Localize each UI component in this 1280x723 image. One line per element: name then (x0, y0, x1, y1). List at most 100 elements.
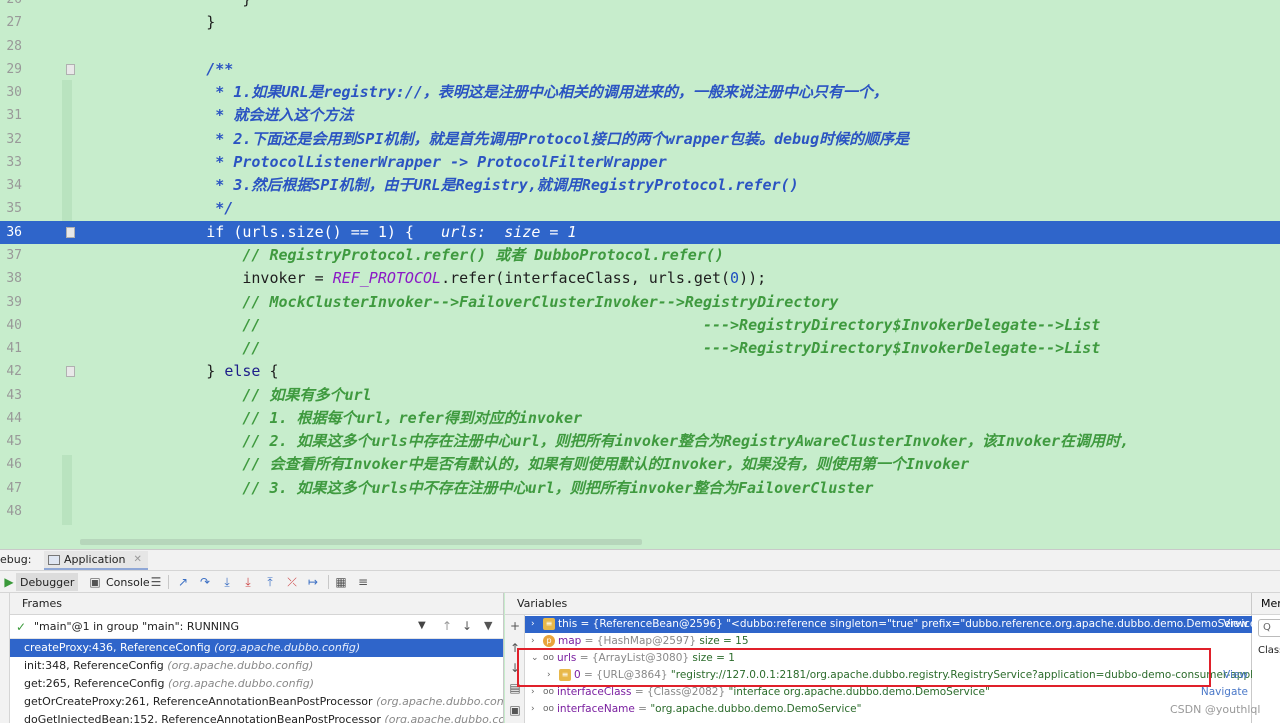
variable-name: interfaceClass (557, 686, 632, 698)
code-token: // 2. 如果这多个urls中存在注册中心url，则把所有invoker整合为… (134, 432, 1130, 450)
code-line[interactable]: 41 // --->RegistryDirectory$InvokerDeleg… (0, 337, 1280, 360)
code-line[interactable]: 44 // 1. 根据每个url，refer得到对应的invoker (0, 407, 1280, 430)
code-line[interactable]: 43 // 如果有多个url (0, 384, 1280, 407)
line-number[interactable]: 41 (0, 337, 22, 360)
code-line[interactable]: 38 invoker = REF_PROTOCOL.refer(interfac… (0, 267, 1280, 290)
frame-row[interactable]: get:265, ReferenceConfig (org.apache.dub… (10, 675, 503, 693)
fold-marker-icon[interactable] (66, 366, 75, 377)
code-line[interactable]: 35 */ (0, 197, 1280, 220)
debug-tool-window-title: ebug: Application ✕ (0, 549, 1280, 570)
code-line[interactable]: 45 // 2. 如果这多个urls中存在注册中心url，则把所有invoker… (0, 430, 1280, 453)
fold-marker-icon[interactable] (66, 227, 75, 238)
code-line[interactable]: 29 /** (0, 58, 1280, 81)
tab-console[interactable]: ▣ Console (84, 573, 154, 591)
chevron-right-icon[interactable]: › (531, 616, 535, 633)
force-step-into-icon[interactable]: ⤓ (241, 575, 255, 589)
line-number[interactable]: 34 (0, 174, 22, 197)
variable-link[interactable]: View (1223, 667, 1248, 684)
line-number[interactable]: 39 (0, 291, 22, 314)
thread-selector[interactable]: ✓ "main"@1 in group "main": RUNNING ▼ ↑ … (10, 615, 503, 639)
arrow-down-icon[interactable]: ↓ (462, 619, 472, 633)
code-line[interactable]: 34 * 3.然后根据SPI机制，由于URL是Registry,就调用Regis… (0, 174, 1280, 197)
layout-menu-icon[interactable]: ☰ (149, 575, 163, 589)
code-line[interactable]: 46 // 会查看所有Invoker中是否有默认的，如果有则使用默认的Invok… (0, 453, 1280, 476)
line-number[interactable]: 27 (0, 11, 22, 34)
line-number[interactable]: 30 (0, 81, 22, 104)
code-text: // RegistryProtocol.refer() 或者 DubboProt… (134, 244, 724, 267)
line-number[interactable]: 28 (0, 35, 22, 58)
frame-row[interactable]: createProxy:436, ReferenceConfig (org.ap… (10, 639, 503, 657)
code-token: else (224, 362, 261, 380)
line-number[interactable]: 38 (0, 267, 22, 290)
code-line[interactable]: 26 } (0, 0, 1280, 11)
line-number[interactable]: 33 (0, 151, 22, 174)
tab-application[interactable]: Application ✕ (44, 551, 148, 570)
frame-method: doGetInjectedBean:152, ReferenceAnnotati… (24, 713, 385, 723)
code-line[interactable]: 28 (0, 35, 1280, 58)
frame-package: (org.apache.dubbo.config) (167, 659, 314, 672)
frame-row[interactable]: getOrCreateProxy:261, ReferenceAnnotatio… (10, 693, 503, 711)
code-line[interactable]: 27 } (0, 11, 1280, 34)
horizontal-scrollbar[interactable] (80, 539, 642, 545)
current-execution-line[interactable]: 36 if (urls.size() == 1) { urls: size = … (0, 221, 1280, 244)
variable-row[interactable]: › oo interfaceName = "org.apache.dubbo.dem… (525, 701, 1252, 718)
step-over-icon[interactable]: ↷ (198, 575, 212, 589)
add-watch-icon[interactable]: + (508, 619, 522, 633)
step-out-icon[interactable]: ⤒ (263, 575, 277, 589)
settings-icon[interactable]: ▣ (508, 703, 522, 717)
line-number[interactable]: 42 (0, 360, 22, 383)
line-number[interactable]: 48 (0, 500, 22, 523)
code-text: // --->RegistryDirectory$InvokerDelegate… (134, 337, 1100, 360)
frame-row[interactable]: doGetInjectedBean:152, ReferenceAnnotati… (10, 711, 503, 723)
drop-frame-icon[interactable]: ⤫ (285, 575, 299, 589)
line-number[interactable]: 40 (0, 314, 22, 337)
toolbar-separator (168, 575, 169, 589)
show-execution-point-icon[interactable]: ↗ (176, 575, 190, 589)
code-token: invoker = (134, 269, 333, 287)
line-number[interactable]: 32 (0, 128, 22, 151)
line-number[interactable]: 26 (0, 0, 22, 11)
code-line[interactable]: 40 // --->RegistryDirectory$InvokerDeleg… (0, 314, 1280, 337)
code-line[interactable]: 37 // RegistryProtocol.refer() 或者 DubboP… (0, 244, 1280, 267)
frame-method: init:348, ReferenceConfig (24, 659, 168, 672)
code-line[interactable]: 39 // MockClusterInvoker-->FailoverClust… (0, 291, 1280, 314)
code-line[interactable]: 42 } else { (0, 360, 1280, 383)
line-number[interactable]: 31 (0, 104, 22, 127)
code-line[interactable]: 31 * 就会进入这个方法 (0, 104, 1280, 127)
fold-marker-icon[interactable] (66, 64, 75, 75)
trace-icon[interactable]: ≡ (356, 575, 370, 589)
memory-search-input[interactable]: Q (1258, 619, 1280, 637)
line-number[interactable]: 46 (0, 453, 22, 476)
code-line[interactable]: 30 * 1.如果URL是registry://，表明这是注册中心相关的调用进来… (0, 81, 1280, 104)
code-editor[interactable]: 26 }27 }2829 /**30 * 1.如果URL是registry://… (0, 0, 1280, 549)
close-icon[interactable]: ✕ (133, 554, 141, 565)
variable-row[interactable]: › ≡ this = {ReferenceBean@2596} "<dubbo:re… (525, 616, 1252, 633)
line-number[interactable]: 45 (0, 430, 22, 453)
chevron-down-icon[interactable]: ▼ (418, 620, 426, 631)
console-icon: ▣ (89, 575, 101, 589)
arrow-up-icon[interactable]: ↑ (442, 619, 452, 633)
code-line[interactable]: 32 * 2.下面还是会用到SPI机制，就是首先调用Protocol接口的两个w… (0, 128, 1280, 151)
chevron-right-icon[interactable]: › (531, 701, 535, 718)
frame-row[interactable]: init:348, ReferenceConfig (org.apache.du… (10, 657, 503, 675)
line-number[interactable]: 47 (0, 477, 22, 500)
run-to-cursor-icon[interactable]: ↦ (306, 575, 320, 589)
line-number[interactable]: 36 (0, 221, 22, 244)
code-line[interactable]: 47 // 3. 如果这多个urls中不存在注册中心url，则把所有invoke… (0, 477, 1280, 500)
line-number[interactable]: 44 (0, 407, 22, 430)
tab-debugger[interactable]: Debugger (16, 573, 79, 591)
evaluate-expression-icon[interactable]: ▦ (334, 575, 348, 589)
line-number[interactable]: 29 (0, 58, 22, 81)
line-number[interactable]: 35 (0, 197, 22, 220)
filter-icon[interactable]: ▼ (484, 619, 492, 632)
step-into-icon[interactable]: ⤓ (220, 575, 234, 589)
line-number[interactable]: 37 (0, 244, 22, 267)
variable-link[interactable]: View (1223, 616, 1248, 633)
code-line[interactable]: 33 * ProtocolListenerWrapper -> Protocol… (0, 151, 1280, 174)
code-token: // --->RegistryDirectory$InvokerDelegate… (134, 339, 1101, 357)
code-line[interactable]: 48 (0, 500, 1280, 523)
debug-label: ebug: (0, 553, 32, 566)
resume-icon[interactable]: ▶ (2, 575, 16, 589)
line-number[interactable]: 43 (0, 384, 22, 407)
code-text: // 会查看所有Invoker中是否有默认的，如果有则使用默认的Invoker，… (134, 453, 969, 476)
